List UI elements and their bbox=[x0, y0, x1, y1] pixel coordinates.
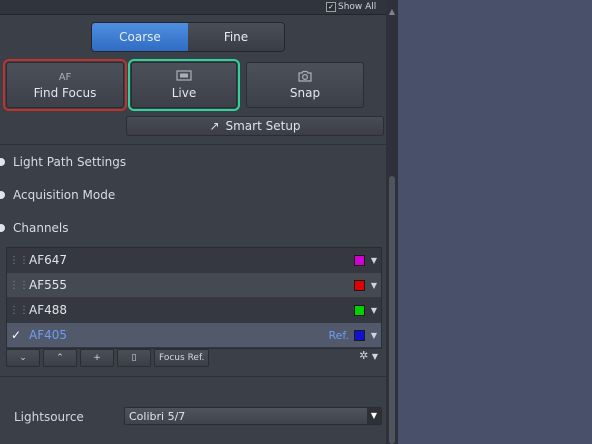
acquisition-panel: ✓ Show All Coarse Fine AF Find Focus Liv… bbox=[0, 0, 386, 444]
show-all-label: Show All bbox=[338, 2, 377, 12]
section-channels[interactable]: Channels bbox=[0, 218, 69, 238]
channel-color-swatch[interactable] bbox=[354, 329, 365, 341]
lightsource-label: Lightsource bbox=[14, 410, 84, 424]
channel-row-af488[interactable]: ⋮⋮ AF488 ▼ bbox=[7, 298, 381, 322]
show-all-checkbox[interactable]: ✓ bbox=[326, 2, 336, 12]
expand-bullet-icon bbox=[0, 224, 5, 232]
lightsource-value: Colibri 5/7 bbox=[129, 409, 186, 423]
camera-icon bbox=[297, 70, 313, 86]
section-label: Channels bbox=[13, 221, 69, 235]
chevron-down-icon[interactable]: ▼ bbox=[371, 331, 377, 340]
show-all-toggle[interactable]: ✓ Show All bbox=[326, 0, 376, 14]
section-acquisition-mode[interactable]: Acquisition Mode bbox=[0, 185, 115, 205]
find-focus-label: Find Focus bbox=[33, 86, 97, 100]
focus-ref-button[interactable]: Focus Ref. bbox=[154, 349, 210, 367]
channel-row-af555[interactable]: ⋮⋮ AF555 ▼ bbox=[7, 273, 381, 297]
channel-row-af405[interactable]: ✓ AF405 Ref. ▼ bbox=[7, 323, 381, 347]
move-down-button[interactable]: ⌄ bbox=[6, 349, 40, 367]
channel-name: AF647 bbox=[29, 253, 68, 267]
delete-channel-button[interactable]: ▯ bbox=[117, 349, 151, 367]
section-light-path-settings[interactable]: Light Path Settings bbox=[0, 152, 126, 172]
live-label: Live bbox=[171, 86, 197, 100]
channel-color-swatch[interactable] bbox=[354, 279, 365, 291]
divider bbox=[0, 144, 386, 145]
fine-option[interactable]: Fine bbox=[188, 23, 284, 51]
trash-icon: ▯ bbox=[131, 353, 137, 363]
autofocus-icon: AF bbox=[58, 72, 72, 83]
chevron-down-icon[interactable]: ▼ bbox=[371, 306, 377, 315]
chevron-up-icon: ⌃ bbox=[56, 353, 64, 363]
channel-row-af647[interactable]: ⋮⋮ AF647 ▼ bbox=[7, 248, 381, 272]
find-focus-button[interactable]: AF Find Focus bbox=[3, 59, 127, 111]
channel-color-swatch[interactable] bbox=[354, 254, 365, 266]
plus-icon: + bbox=[93, 353, 101, 363]
lightsource-select[interactable]: Colibri 5/7 ▼ bbox=[124, 407, 382, 425]
scrollbar-thumb[interactable] bbox=[389, 176, 395, 444]
gear-icon: ✲ bbox=[359, 349, 369, 362]
snap-label: Snap bbox=[289, 86, 321, 100]
channel-color-swatch[interactable] bbox=[354, 304, 365, 316]
wand-icon: ↗ bbox=[209, 119, 220, 133]
chevron-down-icon[interactable]: ▼ bbox=[371, 281, 377, 290]
live-button[interactable]: Live bbox=[128, 59, 240, 111]
divider bbox=[0, 376, 386, 377]
channel-checkbox[interactable]: ⋮⋮ bbox=[9, 305, 29, 316]
channel-name: AF555 bbox=[29, 278, 68, 292]
chevron-down-icon[interactable]: ▼ bbox=[367, 408, 381, 424]
live-camera-icon bbox=[176, 70, 192, 86]
move-up-button[interactable]: ⌃ bbox=[43, 349, 77, 367]
snap-button[interactable]: Snap bbox=[246, 62, 364, 108]
smart-setup-button[interactable]: ↗ Smart Setup bbox=[126, 116, 384, 136]
channel-name: AF488 bbox=[29, 303, 68, 317]
channel-checkbox-checked[interactable]: ✓ bbox=[9, 328, 23, 342]
channel-options-menu[interactable]: ✲ ▼ bbox=[359, 349, 378, 365]
channel-name: AF405 bbox=[29, 328, 68, 342]
image-viewer-area bbox=[398, 0, 592, 444]
smart-setup-label: Smart Setup bbox=[225, 119, 301, 133]
channel-checkbox[interactable]: ⋮⋮ bbox=[9, 280, 29, 291]
chevron-down-icon: ▼ bbox=[371, 352, 378, 361]
section-label: Light Path Settings bbox=[13, 155, 127, 169]
expand-bullet-icon bbox=[0, 158, 5, 166]
reference-channel-label: Ref. bbox=[328, 328, 350, 342]
add-channel-button[interactable]: + bbox=[80, 349, 114, 367]
scroll-up-arrow-icon[interactable]: ▲ bbox=[386, 4, 398, 20]
expand-bullet-icon bbox=[0, 191, 5, 199]
panel-topbar: ✓ Show All bbox=[0, 0, 386, 15]
section-label: Acquisition Mode bbox=[13, 188, 116, 202]
coarse-option[interactable]: Coarse bbox=[92, 23, 188, 51]
chevron-down-icon: ⌄ bbox=[19, 353, 27, 363]
channel-checkbox[interactable]: ⋮⋮ bbox=[9, 255, 29, 266]
focus-mode-segmented-control: Coarse Fine bbox=[91, 22, 285, 52]
channel-toolbar: ⌄ ⌃ + ▯ Focus Ref. ✲ ▼ bbox=[6, 349, 380, 367]
chevron-down-icon[interactable]: ▼ bbox=[371, 256, 377, 265]
channel-list: ⋮⋮ AF647 ▼ ⋮⋮ AF555 ▼ ⋮⋮ AF488 ▼ ✓ AF405… bbox=[6, 247, 382, 349]
